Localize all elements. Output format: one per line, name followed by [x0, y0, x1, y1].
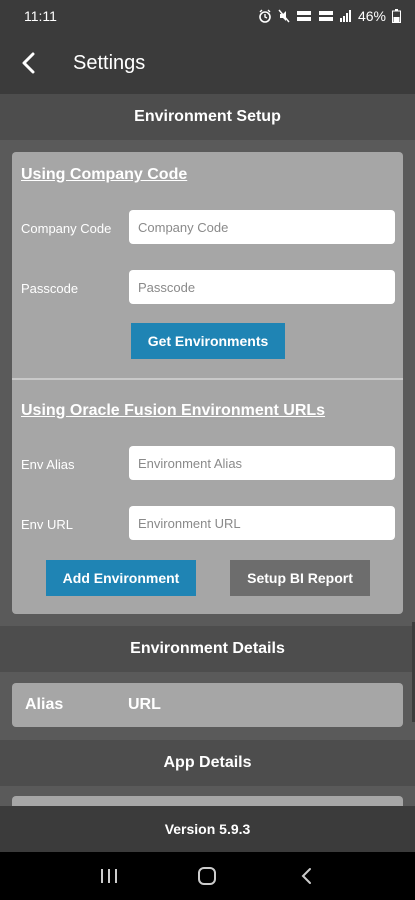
environment-details-header: Environment Details	[0, 626, 415, 672]
signal-icon	[339, 10, 352, 22]
battery-icon	[392, 9, 401, 23]
version-footer: Version 5.9.3	[0, 806, 415, 852]
chevron-left-icon	[22, 52, 35, 74]
back-arrow-icon	[301, 868, 311, 884]
status-time: 11:11	[24, 8, 57, 24]
lte-icon	[318, 9, 334, 23]
home-button[interactable]	[187, 856, 227, 896]
page-title: Settings	[73, 51, 146, 74]
section-divider	[12, 378, 403, 380]
column-header-url: URL	[128, 696, 161, 713]
env-url-input[interactable]	[129, 506, 395, 540]
setup-bi-report-button[interactable]: Setup BI Report	[230, 560, 370, 596]
environment-setup-card: Using Company Code Company Code Passcode…	[12, 152, 403, 614]
volte-icon	[296, 9, 312, 23]
env-alias-input[interactable]	[129, 446, 395, 480]
column-header-alias: Alias	[25, 696, 64, 713]
env-url-label: Env URL	[21, 517, 74, 532]
environment-details-table-header: Alias URL	[12, 683, 403, 727]
alarm-icon	[258, 9, 272, 23]
home-icon	[198, 867, 217, 885]
recent-apps-icon	[101, 869, 118, 883]
environment-setup-header: Environment Setup	[0, 94, 415, 140]
company-code-label: Company Code	[21, 221, 112, 236]
app-details-header: App Details	[0, 740, 415, 786]
mute-icon	[278, 9, 290, 23]
company-code-section-title: Using Company Code	[21, 166, 188, 183]
add-environment-button[interactable]: Add Environment	[46, 560, 196, 596]
fusion-urls-section-title: Using Oracle Fusion Environment URLs	[21, 402, 326, 419]
battery-percent: 46%	[357, 8, 386, 24]
recent-apps-button[interactable]	[89, 856, 129, 896]
system-back-button[interactable]	[286, 856, 326, 896]
status-bar: 11:11 46%	[0, 0, 415, 32]
passcode-label: Passcode	[21, 281, 79, 296]
passcode-input[interactable]	[129, 270, 395, 304]
status-icons: 46%	[258, 8, 401, 24]
env-alias-label: Env Alias	[21, 457, 75, 472]
back-button[interactable]	[4, 39, 52, 87]
get-environments-button[interactable]: Get Environments	[131, 323, 285, 359]
app-bar: Settings	[0, 32, 415, 94]
company-code-input[interactable]	[129, 210, 395, 244]
system-nav-bar	[0, 852, 415, 900]
